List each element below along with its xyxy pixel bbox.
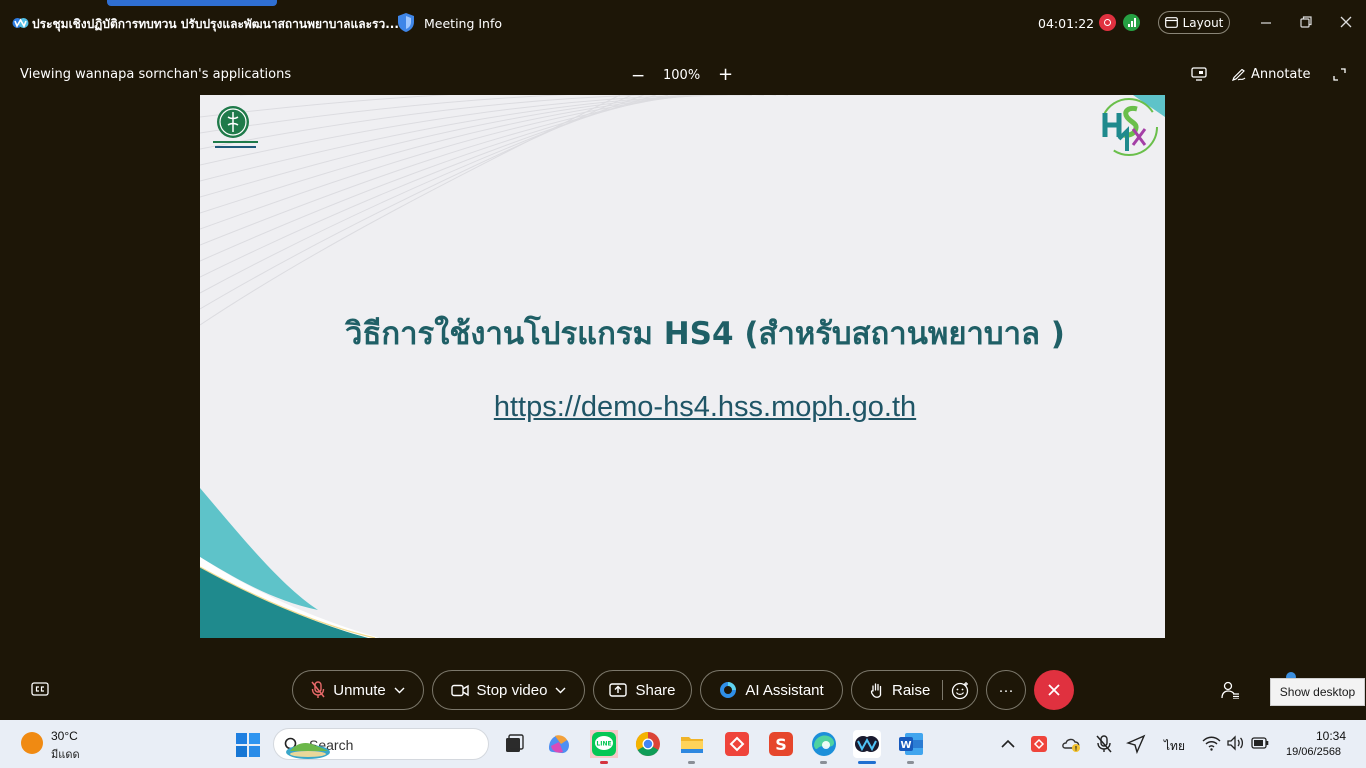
closed-captions-icon[interactable] [31,682,49,696]
weather-description[interactable]: มีแดด [51,745,80,763]
show-desktop-tooltip: Show desktop [1270,678,1365,706]
stop-video-button[interactable]: Stop video [432,670,585,710]
word-icon[interactable]: W [897,730,925,758]
zoom-out-button[interactable]: − [631,66,645,86]
minimize-icon[interactable] [1259,15,1273,29]
raise-hand-button[interactable]: Raise [851,670,978,710]
layout-button[interactable]: Layout [1158,11,1230,34]
volume-icon[interactable] [1226,735,1246,751]
windows-taskbar: 30°C มีแดด Search LINE S W ! ไทย 10:34 1… [0,720,1366,768]
meeting-info-button[interactable]: Meeting Info [424,16,502,31]
location-arrow-icon[interactable] [1126,734,1146,754]
viewing-share-label: Viewing wannapa sornchan's applications [20,67,292,82]
hand-icon [870,682,882,698]
taskbar-search[interactable]: Search [273,728,489,760]
participants-icon[interactable] [1220,681,1240,699]
annotate-label: Annotate [1251,67,1311,82]
close-icon[interactable] [1339,15,1353,29]
copilot-icon[interactable] [545,730,573,758]
anydesk-icon[interactable] [723,730,751,758]
meeting-title: ประชุมเชิงปฏิบัติการทบทวน ปรับปรุงและพัฒ… [32,17,399,31]
slide-title: วิธีการใช้งานโปรแกรม HS4 (สำหรับสถานพยาบ… [345,316,1065,352]
slide-background-art [200,95,788,638]
file-explorer-icon[interactable] [678,730,706,758]
unmute-button[interactable]: Unmute [292,670,424,710]
ai-assistant-label: AI Assistant [745,681,824,699]
hs4-logo-icon [1100,95,1165,156]
webex-taskbar-icon[interactable] [853,730,881,758]
wps-office-icon[interactable]: S [767,730,795,758]
raise-label: Raise [892,681,931,699]
microphone-muted-icon[interactable] [1094,734,1114,754]
share-label: Share [635,681,676,699]
svg-text:S: S [775,735,787,754]
sun-icon[interactable] [21,732,43,754]
task-view-icon[interactable] [500,730,528,758]
open-app-indicator [907,761,914,764]
open-app-indicator [820,761,827,764]
wifi-icon[interactable] [1202,735,1221,751]
fullscreen-icon[interactable] [1333,68,1346,81]
slide-link[interactable]: https://demo-hs4.hss.moph.go.th [200,391,1165,424]
ai-assistant-icon [720,682,737,698]
open-app-indicator [688,761,695,764]
moph-logo-icon [213,106,258,148]
zoom-in-button[interactable]: + [718,64,733,85]
layout-label: Layout [1182,15,1224,30]
share-button[interactable]: Share [593,670,692,710]
active-app-indicator [600,761,608,764]
button-divider [942,680,944,700]
input-language[interactable]: ไทย [1164,737,1185,756]
edge-icon[interactable] [810,730,838,758]
chevron-down-icon[interactable] [555,687,566,694]
chevron-down-icon[interactable] [394,687,405,694]
layout-icon [1164,17,1178,28]
restore-icon[interactable] [1299,15,1313,29]
weather-temperature[interactable]: 30°C [51,729,78,743]
svg-text:LINE: LINE [596,741,611,748]
clock-date[interactable]: 19/06/2568 [1286,746,1341,758]
stop-video-label: Stop video [476,681,548,699]
line-app-icon[interactable]: LINE [590,730,618,758]
ai-assistant-button[interactable]: AI Assistant [700,670,843,710]
chevron-up-icon[interactable] [999,735,1017,753]
search-highlight-art [286,743,330,759]
network-signal-icon[interactable] [1123,14,1140,31]
webex-app-icon [12,18,29,28]
shield-icon[interactable] [397,12,415,33]
muted-mic-icon [311,681,325,698]
close-icon [1048,684,1060,696]
video-camera-icon [450,684,469,696]
anydesk-tray-icon[interactable] [1030,735,1048,753]
chrome-icon[interactable] [634,730,662,758]
annotate-button[interactable]: Annotate [1232,67,1310,82]
unmute-label: Unmute [333,681,386,699]
svg-text:!: ! [1075,746,1078,753]
recording-indicator[interactable] [1099,14,1116,31]
title-bar: ประชุมเชิงปฏิบัติการทบทวน ปรับปรุงและพัฒ… [0,0,1366,46]
battery-icon[interactable] [1251,737,1269,749]
meeting-timer: 04:01:22 [1038,16,1095,31]
leave-meeting-button[interactable] [1034,670,1074,710]
share-screen-icon [609,683,628,697]
windows-start-icon[interactable] [236,733,260,757]
shared-slide: วิธีการใช้งานโปรแกรม HS4 (สำหรับสถานพยาบ… [200,95,1165,638]
zoom-level: 100% [663,68,701,83]
screen-view-icon[interactable] [1191,67,1207,81]
more-options-button[interactable]: ··· [986,670,1026,710]
active-window-indicator [107,0,277,6]
active-app-indicator [858,761,876,764]
more-label: ··· [998,681,1014,699]
clock-time[interactable]: 10:34 [1316,729,1346,743]
onedrive-warning-icon[interactable]: ! [1062,734,1082,754]
reactions-icon[interactable] [951,681,970,700]
pen-icon [1232,68,1246,81]
svg-text:W: W [900,740,911,751]
